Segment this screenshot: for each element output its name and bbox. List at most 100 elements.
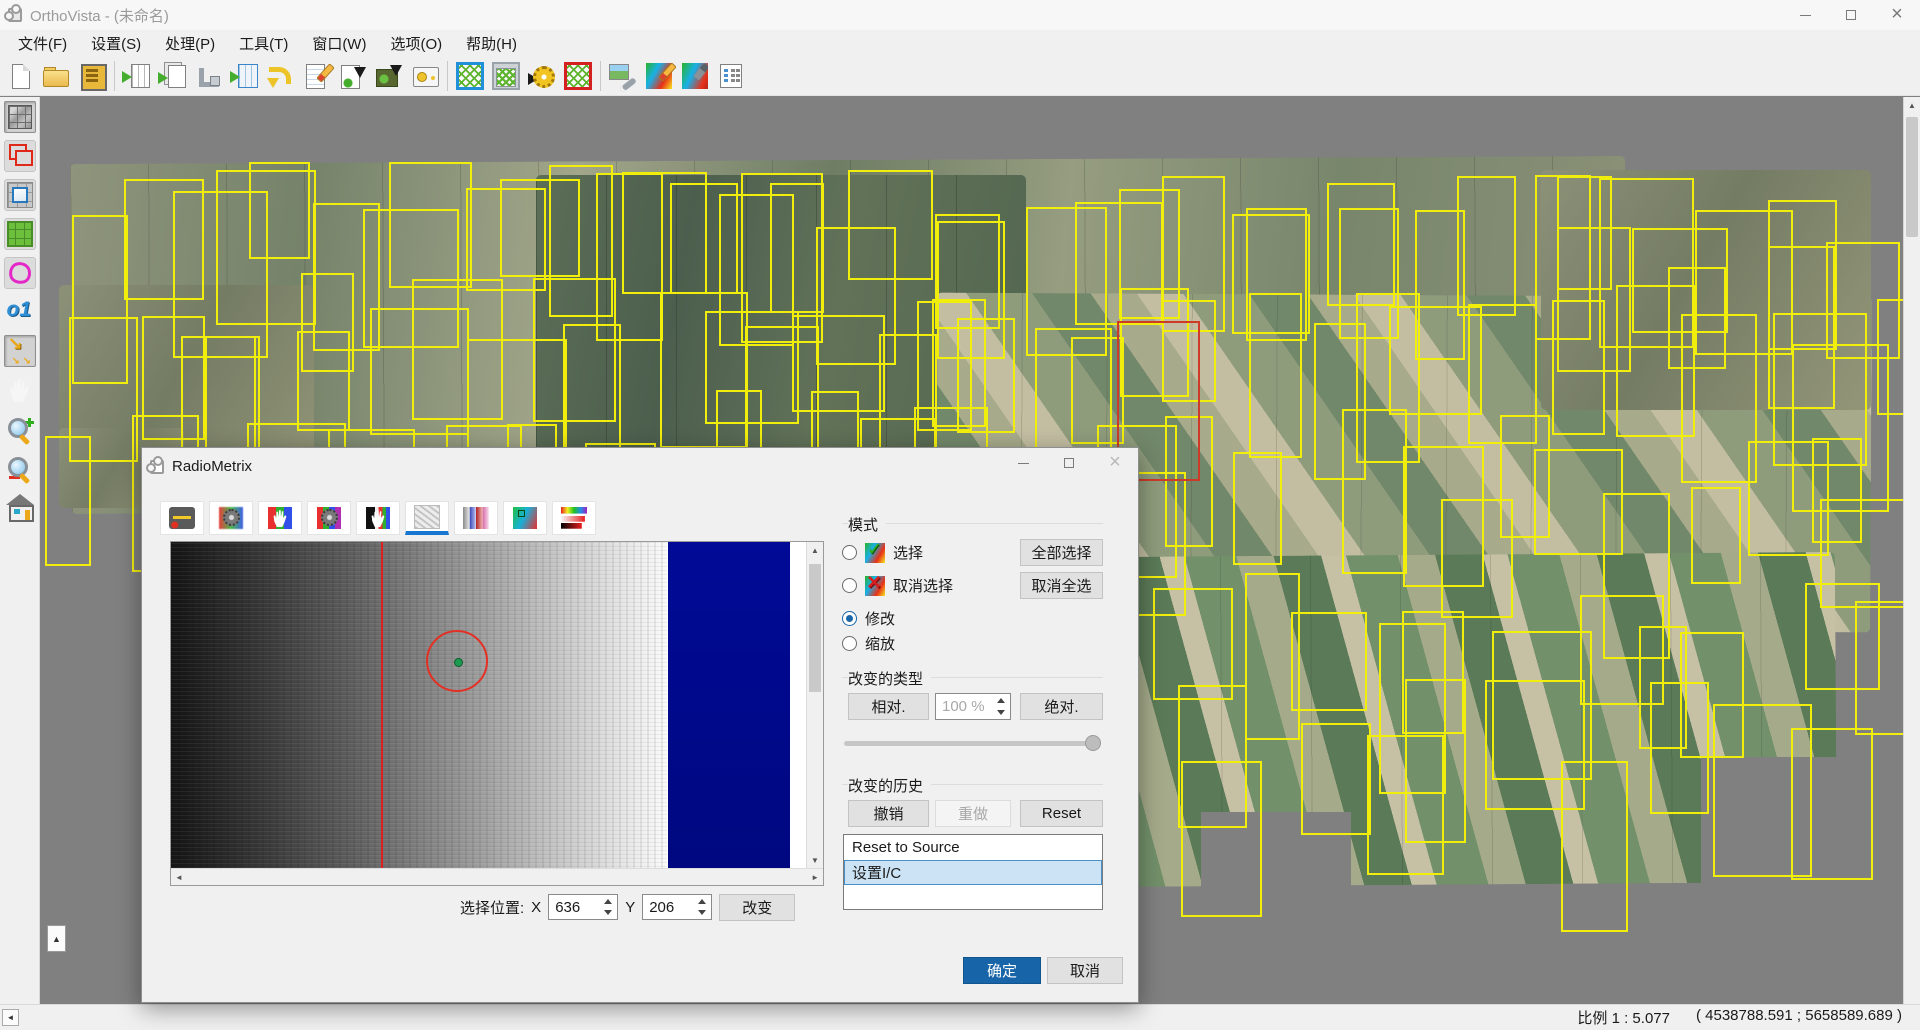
save-button[interactable] xyxy=(74,58,110,94)
mode-deselect-radio[interactable]: 取消选择 xyxy=(842,569,953,597)
menu-item-0[interactable]: 文件(F) xyxy=(6,30,79,56)
seams-red-button[interactable] xyxy=(560,58,596,94)
spin-up-icon[interactable] xyxy=(698,899,707,904)
status-bar: ◄ 比例 1 : 5.077 ( 4538788.591 ; 5658589.6… xyxy=(0,1004,1920,1030)
history-entry[interactable]: Reset to Source xyxy=(844,835,1102,860)
seams-window-button[interactable] xyxy=(488,58,524,94)
zoom-out-tool[interactable] xyxy=(4,452,36,484)
select-all-button[interactable]: 全部选择 xyxy=(1020,539,1103,566)
dialog-minimize-button[interactable] xyxy=(1000,448,1046,478)
close-button[interactable] xyxy=(1874,0,1920,30)
show-list-button[interactable] xyxy=(713,58,749,94)
spin-up-icon[interactable] xyxy=(604,899,613,904)
hand-gray-rgb-tab[interactable] xyxy=(356,501,400,535)
dialog-maximize-button[interactable] xyxy=(1046,448,1092,478)
menu-item-3[interactable]: 工具(T) xyxy=(227,30,300,56)
spin-up-icon[interactable] xyxy=(997,698,1005,704)
reset-button[interactable]: Reset xyxy=(1020,800,1103,827)
blue-rectangle-tool[interactable] xyxy=(3,179,36,211)
toolbar-separator xyxy=(600,60,601,91)
deselect-all-button[interactable]: 取消全选 xyxy=(1020,572,1103,599)
menu-item-4[interactable]: 窗口(W) xyxy=(300,30,378,56)
seams-blue-button[interactable] xyxy=(452,58,488,94)
cancel-button[interactable]: 取消 xyxy=(1047,957,1123,984)
credentials-button[interactable] xyxy=(407,58,443,94)
process-run-button[interactable] xyxy=(524,58,560,94)
radio-icon xyxy=(842,545,857,560)
canvas-vertical-scrollbar[interactable]: ▲ xyxy=(1903,97,1920,1004)
scroll-down-icon[interactable]: ▼ xyxy=(807,852,823,868)
edit-colors-button[interactable] xyxy=(641,58,677,94)
home-view-tool[interactable] xyxy=(4,491,36,523)
mode-select-radio[interactable]: 选择 xyxy=(842,539,924,563)
x-position-spinner[interactable]: 636 xyxy=(548,894,619,920)
corner-arrows-tool[interactable] xyxy=(3,334,36,367)
history-entry[interactable]: 设置I/C xyxy=(844,860,1102,885)
scroll-top-button[interactable]: ▲ xyxy=(47,925,66,952)
ok-button[interactable]: 确定 xyxy=(963,957,1041,984)
zoom-in-tool[interactable] xyxy=(4,413,36,445)
mode-zoom-radio[interactable]: 缩放 xyxy=(842,633,895,654)
scroll-right-icon[interactable]: ► xyxy=(811,873,819,882)
menu-item-2[interactable]: 处理(P) xyxy=(153,30,227,56)
scroll-left-icon[interactable]: ◄ xyxy=(175,873,183,882)
spin-down-icon[interactable] xyxy=(604,910,613,915)
scroll-up-icon[interactable]: ▲ xyxy=(1904,97,1920,113)
redo-button[interactable]: 重做 xyxy=(935,800,1011,827)
gradient-histogram[interactable] xyxy=(171,542,667,868)
o1-overview-tool[interactable] xyxy=(4,296,36,328)
dialog-close-button[interactable] xyxy=(1092,448,1138,478)
mode-modify-radio[interactable]: 修改 xyxy=(842,608,895,629)
relative-button[interactable]: 相对. xyxy=(848,693,929,720)
color-field-tab[interactable] xyxy=(503,501,547,535)
open-block-button[interactable] xyxy=(227,58,263,94)
radio-label: 选择 xyxy=(893,545,924,562)
y-position-spinner[interactable]: 206 xyxy=(642,894,713,920)
undo-button[interactable]: 撤销 xyxy=(848,800,929,827)
edit-report-button[interactable] xyxy=(299,58,335,94)
green-grid-tool[interactable] xyxy=(3,218,36,250)
scrollbar-thumb[interactable] xyxy=(809,564,821,692)
import-images-button[interactable] xyxy=(155,58,191,94)
export-block-button[interactable] xyxy=(371,58,407,94)
gear-rgb-tab[interactable] xyxy=(307,501,351,535)
import-image-button[interactable] xyxy=(119,58,155,94)
color-stripes-tab[interactable] xyxy=(552,501,596,535)
histogram-panel[interactable]: ▲ ▼ ◄ ► xyxy=(170,541,824,886)
magenta-polygon-tool[interactable] xyxy=(3,257,36,289)
menu-item-6[interactable]: 帮助(H) xyxy=(454,30,529,56)
percent-spinner[interactable]: 100 % xyxy=(935,693,1011,720)
red-rectangles-tool[interactable] xyxy=(3,140,36,172)
slider-handle[interactable] xyxy=(1085,735,1101,751)
scroll-left-button[interactable]: ◄ xyxy=(2,1009,19,1026)
spin-down-icon[interactable] xyxy=(698,910,707,915)
spin-down-icon[interactable] xyxy=(997,709,1005,715)
new-file-button[interactable] xyxy=(2,58,38,94)
pick-color-button[interactable] xyxy=(677,58,713,94)
image-tools-button[interactable] xyxy=(605,58,641,94)
absolute-button[interactable]: 绝对. xyxy=(1020,693,1103,720)
gear-rainbow-tab[interactable] xyxy=(209,501,253,535)
maximize-button[interactable] xyxy=(1828,0,1874,30)
gradient-bars-tab[interactable] xyxy=(454,501,498,535)
mosaic-view-tool[interactable] xyxy=(3,101,36,133)
place-image-button[interactable] xyxy=(191,58,227,94)
display-settings-tab[interactable] xyxy=(160,501,204,535)
grayscale-image-tab[interactable] xyxy=(405,501,449,535)
hand-rgb-tab[interactable] xyxy=(258,501,302,535)
histogram-horizontal-scrollbar[interactable]: ◄ ► xyxy=(171,868,823,885)
scroll-up-icon[interactable]: ▲ xyxy=(807,542,823,558)
export-image-button[interactable] xyxy=(335,58,371,94)
radio-icon xyxy=(842,611,857,626)
menu-item-5[interactable]: 选项(O) xyxy=(378,30,454,56)
load-shape-button[interactable] xyxy=(263,58,299,94)
minimize-button[interactable] xyxy=(1782,0,1828,30)
histogram-vertical-scrollbar[interactable]: ▲ ▼ xyxy=(806,542,823,868)
scrollbar-thumb[interactable] xyxy=(1906,117,1918,237)
history-list[interactable]: Reset to Source 设置I/C xyxy=(843,834,1103,910)
pan-hand-tool[interactable] xyxy=(4,374,36,406)
amount-slider[interactable] xyxy=(844,735,1101,751)
open-folder-button[interactable] xyxy=(38,58,74,94)
change-button[interactable]: 改变 xyxy=(719,893,796,921)
menu-item-1[interactable]: 设置(S) xyxy=(79,30,153,56)
